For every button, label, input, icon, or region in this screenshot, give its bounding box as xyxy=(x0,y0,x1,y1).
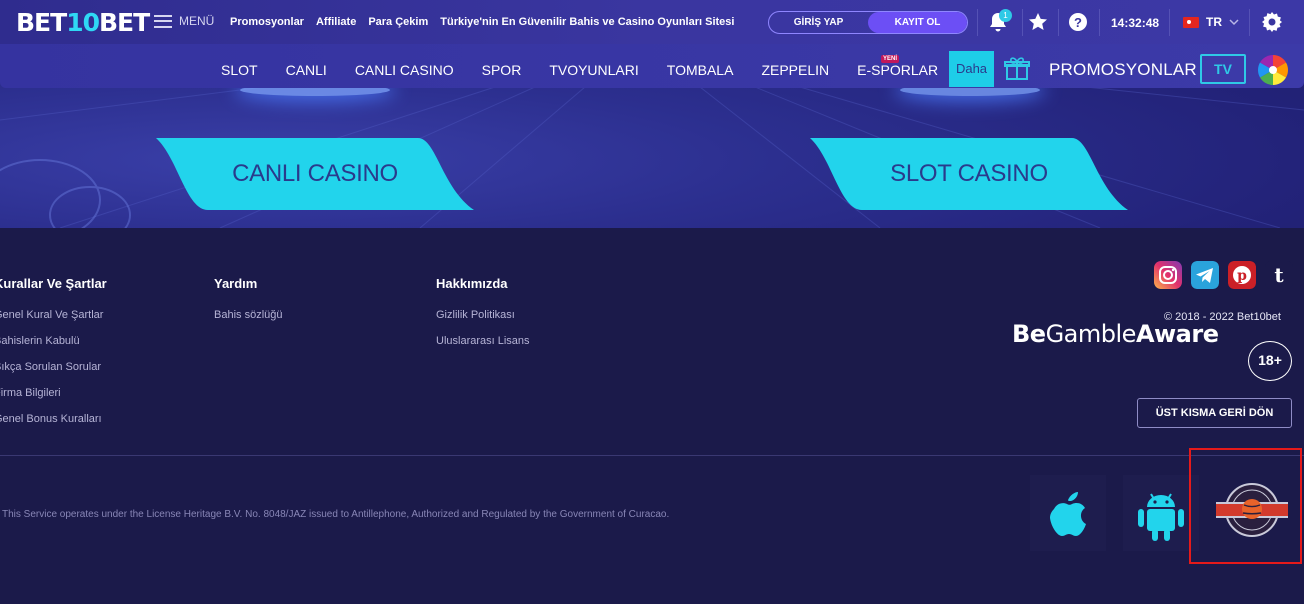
site-logo[interactable]: BET10BET xyxy=(16,8,150,37)
footer-link[interactable]: Bahislerin Kabulü xyxy=(0,335,80,347)
site-header: BET10BET MENÜ Promosyonlar Affiliate Par… xyxy=(0,0,1304,88)
nav-slot[interactable]: SLOT xyxy=(221,62,258,78)
hamburger-icon xyxy=(154,14,172,28)
menu-label: MENÜ xyxy=(179,14,215,28)
settings-icon[interactable] xyxy=(1260,10,1284,34)
slot-casino-button[interactable]: SLOT CASINO xyxy=(810,138,1128,210)
tumblr-icon[interactable]: t xyxy=(1265,261,1293,289)
notification-badge: 1 xyxy=(999,9,1012,22)
ios-app-link[interactable] xyxy=(1030,475,1106,551)
footer-link[interactable]: Genel Kural Ve Şartlar xyxy=(0,309,103,321)
footer-link[interactable]: Firma Bilgileri xyxy=(0,387,61,399)
nav-esports[interactable]: E-SPORLAR xyxy=(857,62,938,78)
footer-divider xyxy=(0,455,1304,456)
promotions-link[interactable]: PROMOSYONLAR xyxy=(1049,60,1197,80)
nav-tv-games[interactable]: TVOYUNLARI xyxy=(549,62,638,78)
language-selector[interactable]: TR xyxy=(1183,15,1239,29)
nav-zeppelin[interactable]: ZEPPELIN xyxy=(761,62,829,78)
star-icon[interactable] xyxy=(1026,10,1050,34)
telegram-icon[interactable] xyxy=(1191,261,1219,289)
divider xyxy=(1099,9,1100,36)
back-to-top-button[interactable]: ÜST KISMA GERİ DÖN xyxy=(1137,398,1292,428)
auth-buttons: GİRİŞ YAP KAYIT OL xyxy=(768,11,968,34)
nav-live-casino[interactable]: CANLI CASINO xyxy=(355,62,454,78)
footer-link[interactable]: Uluslararası Lisans xyxy=(436,335,530,347)
logo-part: 10 xyxy=(66,8,100,37)
tv-button[interactable]: TV xyxy=(1200,54,1246,84)
divider xyxy=(1022,9,1023,36)
footer-heading-about: Hakkımızda xyxy=(436,276,508,291)
begambleaware-logo[interactable]: BeGambleAware xyxy=(1012,320,1219,348)
site-footer: Kurallar Ve Şartlar Genel Kural Ve Şartl… xyxy=(0,228,1304,604)
logo-part: BET xyxy=(16,8,67,37)
nav-live[interactable]: CANLI xyxy=(286,62,327,78)
turkey-flag-icon xyxy=(1183,16,1199,28)
footer-link[interactable]: Sıkça Sorulan Sorular xyxy=(0,361,101,373)
age-restriction-badge: 18+ xyxy=(1248,341,1292,381)
chevron-down-icon xyxy=(1229,18,1239,25)
slot-casino-label: SLOT CASINO xyxy=(890,160,1048,187)
social-links: p t xyxy=(1154,261,1293,289)
menu-button[interactable]: MENÜ xyxy=(154,14,214,28)
divider xyxy=(1058,9,1059,36)
apple-icon xyxy=(1050,492,1086,536)
android-app-link[interactable] xyxy=(1123,475,1199,551)
license-text: This Service operates under the License … xyxy=(2,509,670,520)
divider xyxy=(1249,9,1250,36)
login-button[interactable]: GİRİŞ YAP xyxy=(769,12,868,33)
top-link-affiliate[interactable]: Affiliate xyxy=(316,16,356,28)
top-link-promotions[interactable]: Promosyonlar xyxy=(230,16,304,28)
top-link-tagline[interactable]: Türkiye'nin En Güvenilir Bahis ve Casino… xyxy=(440,16,734,28)
svg-text:p: p xyxy=(1237,268,1247,284)
nav-sports[interactable]: SPOR xyxy=(482,62,522,78)
gamble-part: Aware xyxy=(1135,320,1219,348)
top-link-withdraw[interactable]: Para Çekim xyxy=(368,16,428,28)
footer-link[interactable]: Gizlilik Politikası xyxy=(436,309,515,321)
new-badge: YENİ xyxy=(881,55,900,63)
antillephone-seal-icon[interactable] xyxy=(1214,478,1290,542)
help-icon[interactable]: ? xyxy=(1066,10,1090,34)
logo-part: BET xyxy=(98,8,150,37)
footer-link[interactable]: Bahis sözlüğü xyxy=(214,309,283,321)
instagram-icon[interactable] xyxy=(1154,261,1182,289)
pinterest-icon[interactable]: p xyxy=(1228,261,1256,289)
more-button[interactable]: Daha xyxy=(949,51,994,87)
footer-heading-rules: Kurallar Ve Şartlar xyxy=(0,276,107,291)
main-nav: SLOT CANLI CANLI CASINO SPOR TVOYUNLARI … xyxy=(221,62,966,78)
canli-casino-label: CANLI CASINO xyxy=(232,160,398,187)
divider xyxy=(977,9,978,36)
top-links: Promosyonlar Affiliate Para Çekim Türkiy… xyxy=(230,16,734,28)
footer-link[interactable]: Genel Bonus Kuralları xyxy=(0,413,102,425)
svg-text:?: ? xyxy=(1074,15,1082,30)
gamble-part: Be xyxy=(1012,320,1046,348)
canli-casino-button[interactable]: CANLI CASINO xyxy=(156,138,474,210)
nav-bingo[interactable]: TOMBALA xyxy=(667,62,734,78)
language-label: TR xyxy=(1206,15,1222,29)
register-button[interactable]: KAYIT OL xyxy=(868,12,967,33)
clock: 14:32:48 xyxy=(1111,16,1160,30)
gamble-part: Gamble xyxy=(1045,320,1137,348)
android-icon xyxy=(1138,493,1184,541)
divider xyxy=(1169,9,1170,36)
footer-heading-help: Yardım xyxy=(214,276,258,291)
gift-icon[interactable] xyxy=(1004,55,1030,81)
svg-text:t: t xyxy=(1274,263,1284,287)
wheel-icon[interactable] xyxy=(1257,54,1289,86)
